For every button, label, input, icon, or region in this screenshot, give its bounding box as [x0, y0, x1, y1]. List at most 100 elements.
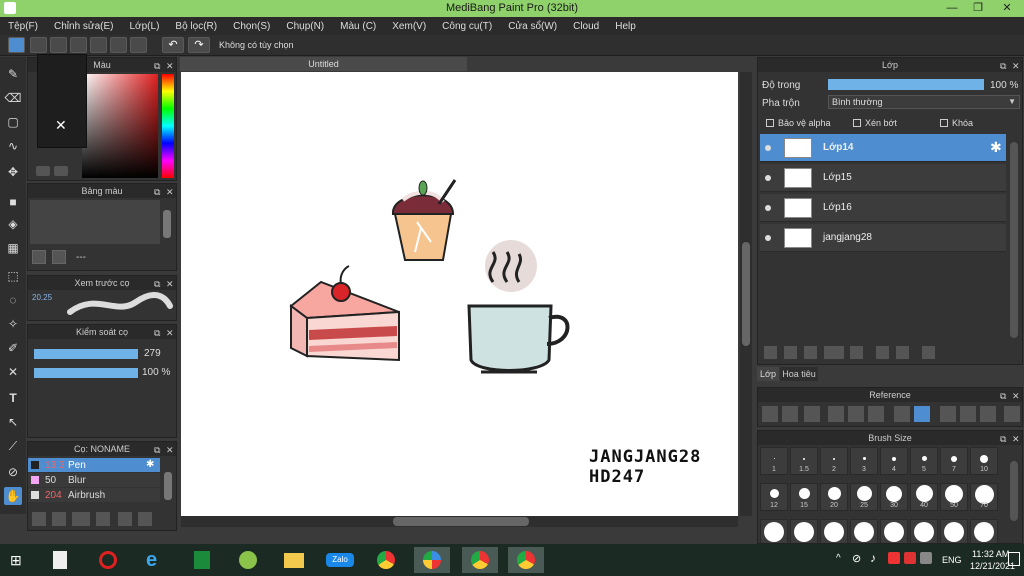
- taskbar-coccoc-icon[interactable]: [230, 547, 266, 573]
- layer-opacity-value[interactable]: 100 %: [990, 80, 1018, 91]
- close-icon[interactable]: ✕: [1012, 432, 1020, 446]
- layer-visibility-icon[interactable]: [765, 205, 771, 211]
- brush-size-option[interactable]: 70: [970, 483, 998, 511]
- brush-list-scrollbar[interactable]: [164, 472, 172, 500]
- select-eraser-tool-icon[interactable]: ✕: [4, 363, 22, 381]
- brush-size-option[interactable]: 25: [850, 483, 878, 511]
- text-tool-icon[interactable]: T: [4, 389, 22, 407]
- tray-volume-icon[interactable]: ♪: [870, 551, 876, 565]
- brush-size-option[interactable]: 2: [820, 447, 848, 475]
- hand-icon[interactable]: [914, 406, 930, 422]
- new-halftone-layer-icon[interactable]: [784, 346, 797, 359]
- palette-scrollbar[interactable]: [163, 210, 171, 238]
- hand-tool-icon[interactable]: ✋: [4, 487, 22, 505]
- layer-list-scrollbar[interactable]: [1010, 142, 1018, 338]
- taskbar-opera-icon[interactable]: [90, 547, 126, 573]
- close-icon[interactable]: ✕: [166, 326, 174, 340]
- move-tool-icon[interactable]: ✥: [4, 163, 22, 181]
- taskbar-chrome-profile2-icon[interactable]: [508, 547, 544, 573]
- drawing-canvas[interactable]: JANGJANG28 HD247: [181, 72, 738, 516]
- menu-snap[interactable]: Chụp(N): [278, 21, 332, 32]
- close-icon[interactable]: ✕: [166, 443, 174, 457]
- brush-size-option-partial[interactable]: [970, 519, 998, 543]
- copy-brush-icon[interactable]: [72, 512, 90, 526]
- flip-icon[interactable]: [960, 406, 976, 422]
- layer-visibility-icon[interactable]: [765, 235, 771, 241]
- brush-size-option-partial[interactable]: [850, 519, 878, 543]
- brush-size-option[interactable]: 5: [910, 447, 938, 475]
- new-layer-icon[interactable]: [764, 346, 777, 359]
- brush-size-option[interactable]: 4: [880, 447, 908, 475]
- new-palette-icon[interactable]: [32, 250, 46, 264]
- eyedropper-tool-icon[interactable]: ⊘: [4, 463, 22, 481]
- brush-size-slider[interactable]: [34, 349, 138, 359]
- brush-size-option[interactable]: 1.5: [790, 447, 818, 475]
- tray-network-icon[interactable]: [920, 552, 932, 564]
- menu-edit[interactable]: Chỉnh sửa(E): [46, 21, 122, 32]
- brush-opacity-value[interactable]: 100 %: [142, 367, 170, 378]
- brush-size-scrollbar[interactable]: [1010, 461, 1018, 521]
- tray-no-sound-icon[interactable]: ⊘: [852, 552, 861, 565]
- brush-size-option[interactable]: 50: [940, 483, 968, 511]
- popout-icon[interactable]: ⧉: [154, 185, 160, 199]
- gradient-tool-icon[interactable]: ▦: [4, 239, 22, 257]
- lock-checkbox[interactable]: [940, 119, 948, 127]
- reference-open-icon[interactable]: [782, 406, 798, 422]
- brush-size-option-partial[interactable]: [880, 519, 908, 543]
- gear-icon[interactable]: ✱: [990, 139, 1002, 156]
- close-icon[interactable]: ✕: [1012, 389, 1020, 403]
- close-icon[interactable]: ✕: [55, 117, 67, 134]
- palette-area[interactable]: [30, 200, 160, 244]
- close-icon[interactable]: ✕: [166, 59, 174, 73]
- brush-size-option[interactable]: 30: [880, 483, 908, 511]
- tool-option-button-6[interactable]: [130, 37, 147, 53]
- brush-tool-icon[interactable]: ✎: [4, 65, 22, 83]
- operation-tool-icon[interactable]: ↖: [4, 413, 22, 431]
- blend-mode-select[interactable]: Bình thường ▼: [828, 95, 1020, 109]
- notification-icon[interactable]: [1008, 552, 1020, 566]
- color-mode-button[interactable]: [36, 166, 50, 176]
- tool-option-button-5[interactable]: [110, 37, 127, 53]
- taskbar-chrome-profile-icon[interactable]: [462, 547, 498, 573]
- clock-time[interactable]: 11:32 AM: [972, 549, 1009, 559]
- new-8bit-layer-icon[interactable]: [804, 346, 817, 359]
- tray-chevron-icon[interactable]: ^: [836, 553, 841, 564]
- brush-size-option[interactable]: 3: [850, 447, 878, 475]
- popout-icon[interactable]: ⧉: [154, 443, 160, 457]
- delete-palette-icon[interactable]: [52, 250, 66, 264]
- rotate-left-icon[interactable]: [940, 406, 956, 422]
- taskbar-medibang-icon[interactable]: [414, 547, 450, 573]
- restore-button[interactable]: ❐: [964, 0, 992, 17]
- brush-opacity-slider[interactable]: [34, 368, 138, 378]
- bucket-tool-icon[interactable]: ◈: [4, 215, 22, 233]
- layer-item-jangjang28[interactable]: jangjang28: [760, 224, 1006, 252]
- dot-tool-icon[interactable]: ∿: [4, 137, 22, 155]
- menu-file[interactable]: Tệp(F): [0, 21, 46, 32]
- folder-icon[interactable]: [850, 346, 863, 359]
- menu-help[interactable]: Help: [607, 21, 644, 32]
- reference-close-icon[interactable]: [804, 406, 820, 422]
- clipping-checkbox[interactable]: [853, 119, 861, 127]
- menu-select[interactable]: Chọn(S): [225, 21, 278, 32]
- layer-visibility-icon[interactable]: [765, 175, 771, 181]
- menu-tools[interactable]: Công cụ(T): [434, 21, 500, 32]
- horizontal-scroll-thumb[interactable]: [393, 517, 529, 526]
- zoom-out-icon[interactable]: [868, 406, 884, 422]
- taskbar-file-icon[interactable]: [42, 547, 78, 573]
- popout-icon[interactable]: ⧉: [154, 277, 160, 291]
- tool-option-button-1[interactable]: [30, 37, 47, 53]
- tray-vivaldi-icon[interactable]: [904, 552, 916, 564]
- color-swap-button[interactable]: [54, 166, 68, 176]
- start-icon[interactable]: ⊞: [10, 552, 28, 568]
- vertical-scroll-thumb[interactable]: [742, 242, 750, 346]
- select-rect-tool-icon[interactable]: ⬚: [4, 267, 22, 285]
- antialias-button[interactable]: [8, 37, 25, 53]
- fill-rect-tool-icon[interactable]: ■: [4, 193, 22, 211]
- brush-size-option[interactable]: 20: [820, 483, 848, 511]
- tool-option-button-3[interactable]: [70, 37, 87, 53]
- close-icon[interactable]: ✕: [166, 185, 174, 199]
- menu-window[interactable]: Cửa sổ(W): [500, 21, 565, 32]
- brush-item-pen[interactable]: 13.3 Pen ✱: [28, 458, 160, 472]
- menu-cloud[interactable]: Cloud: [565, 21, 607, 32]
- brush-folder-icon[interactable]: [118, 512, 132, 526]
